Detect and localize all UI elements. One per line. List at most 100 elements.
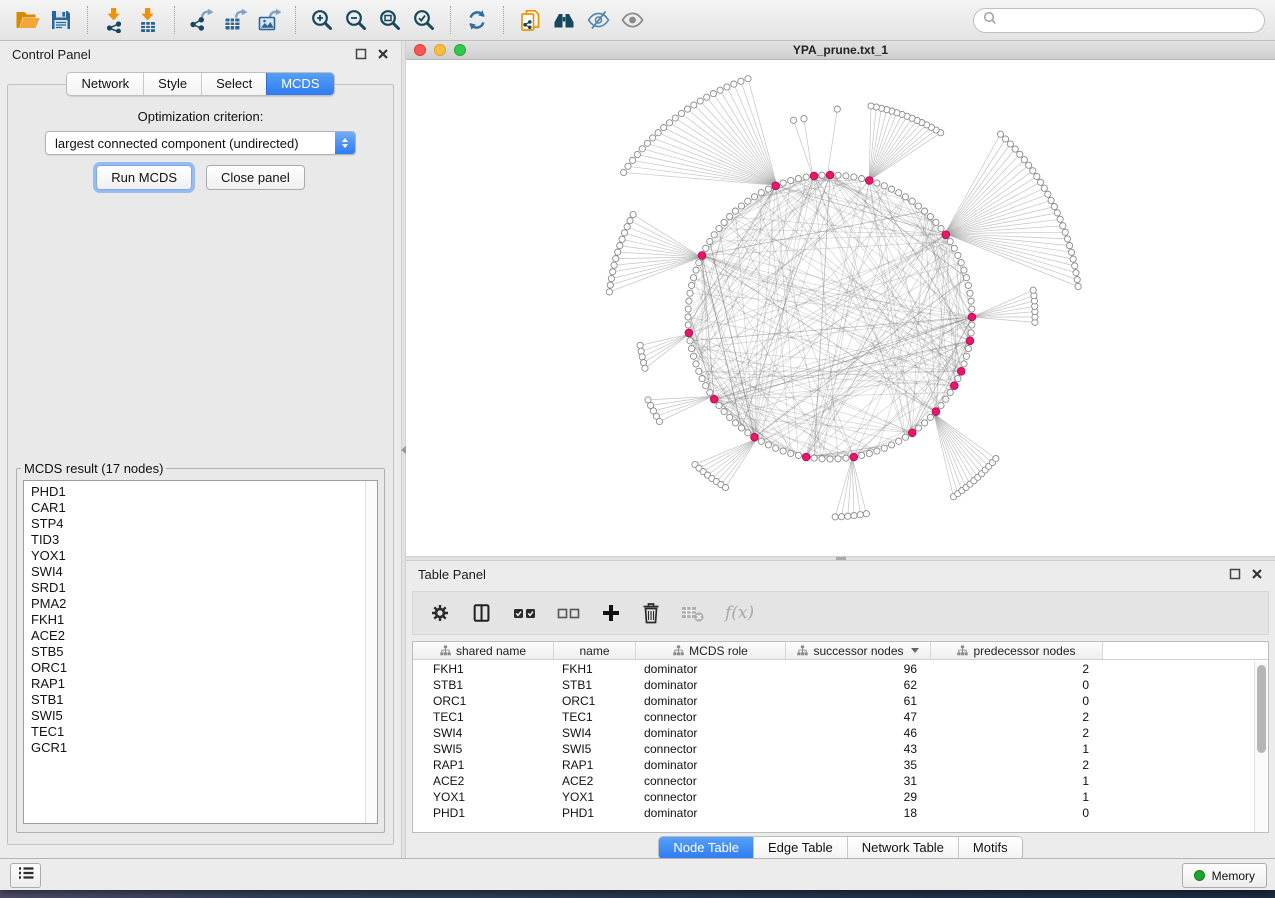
graph-node[interactable] bbox=[955, 376, 961, 382]
graph-node[interactable] bbox=[1072, 263, 1078, 269]
graph-node[interactable] bbox=[685, 306, 691, 312]
table-row[interactable]: SWI5SWI5connector431 bbox=[413, 741, 1254, 757]
graph-node[interactable] bbox=[969, 322, 975, 328]
graph-node[interactable] bbox=[938, 402, 944, 408]
graph-node[interactable] bbox=[915, 425, 921, 431]
mcds-result-item[interactable]: STB1 bbox=[31, 692, 377, 708]
save-icon[interactable] bbox=[44, 5, 78, 35]
graph-node[interactable] bbox=[644, 140, 650, 146]
graph-node-mcds[interactable] bbox=[772, 182, 780, 190]
graph-node[interactable] bbox=[859, 452, 865, 458]
mcds-result-item[interactable]: STB5 bbox=[31, 644, 377, 660]
graph-node[interactable] bbox=[795, 452, 801, 458]
close-icon[interactable] bbox=[377, 48, 389, 60]
graph-node[interactable] bbox=[608, 275, 614, 281]
table-row[interactable]: RAP1RAP1dominator352 bbox=[413, 757, 1254, 773]
graph-node[interactable] bbox=[640, 360, 646, 366]
graph-node[interactable] bbox=[1068, 249, 1074, 255]
graph-node[interactable] bbox=[765, 442, 771, 448]
graph-node-mcds[interactable] bbox=[826, 171, 834, 179]
zoom-selected-icon[interactable] bbox=[407, 5, 441, 35]
graph-node[interactable] bbox=[832, 514, 838, 520]
graph-node[interactable] bbox=[738, 425, 744, 431]
graph-node[interactable] bbox=[933, 219, 939, 225]
network-canvas[interactable] bbox=[406, 60, 1275, 556]
graph-node[interactable] bbox=[704, 94, 710, 100]
graph-node[interactable] bbox=[801, 116, 807, 122]
graph-node[interactable] bbox=[684, 106, 690, 112]
graph-node[interactable] bbox=[656, 418, 662, 424]
graph-node[interactable] bbox=[607, 282, 613, 288]
mcds-result-item[interactable]: TEC1 bbox=[31, 724, 377, 740]
graph-node-mcds[interactable] bbox=[685, 329, 693, 337]
graph-node[interactable] bbox=[863, 511, 869, 517]
graph-node[interactable] bbox=[637, 342, 643, 348]
graph-node[interactable] bbox=[1012, 146, 1018, 152]
graph-node[interactable] bbox=[1064, 236, 1070, 242]
graph-node[interactable] bbox=[689, 346, 695, 352]
table-row[interactable]: PHD1PHD1dominator180 bbox=[413, 805, 1254, 821]
graph-node[interactable] bbox=[721, 219, 727, 225]
open-folder-icon[interactable] bbox=[10, 5, 44, 35]
table-row[interactable]: FKH1FKH1dominator962 bbox=[413, 661, 1254, 677]
graph-node[interactable] bbox=[717, 87, 723, 93]
graph-node[interactable] bbox=[686, 298, 692, 304]
graph-node[interactable] bbox=[745, 76, 751, 82]
zoom-out-icon[interactable] bbox=[339, 5, 373, 35]
graph-node[interactable] bbox=[707, 238, 713, 244]
graph-node[interactable] bbox=[751, 194, 757, 200]
graph-node[interactable] bbox=[691, 102, 697, 108]
graph-node[interactable] bbox=[1002, 136, 1008, 142]
graph-node[interactable] bbox=[902, 434, 908, 440]
graph-node[interactable] bbox=[845, 513, 851, 519]
graph-node-mcds[interactable] bbox=[968, 313, 976, 321]
graph-node[interactable] bbox=[1021, 157, 1027, 163]
graph-node-mcds[interactable] bbox=[710, 395, 718, 403]
table-scrollbar-thumb[interactable] bbox=[1257, 665, 1266, 753]
graph-node[interactable] bbox=[927, 214, 933, 220]
graph-node[interactable] bbox=[703, 383, 709, 389]
graph-node[interactable] bbox=[961, 361, 967, 367]
network-titlebar[interactable]: YPA_prune.txt_1 bbox=[406, 41, 1275, 60]
graph-node[interactable] bbox=[624, 224, 630, 230]
graph-node[interactable] bbox=[610, 269, 616, 275]
graph-node[interactable] bbox=[613, 256, 619, 262]
export-network-icon[interactable] bbox=[184, 5, 218, 35]
graph-node[interactable] bbox=[1054, 210, 1060, 216]
graph-node[interactable] bbox=[738, 78, 744, 84]
graph-node[interactable] bbox=[967, 290, 973, 296]
graph-node[interactable] bbox=[703, 245, 709, 251]
graph-node[interactable] bbox=[961, 267, 967, 273]
export-table-icon[interactable] bbox=[218, 5, 252, 35]
graph-node[interactable] bbox=[621, 230, 627, 236]
graph-node[interactable] bbox=[693, 267, 699, 273]
run-mcds-button[interactable]: Run MCDS bbox=[96, 165, 192, 190]
graph-node[interactable] bbox=[696, 368, 702, 374]
hide-visibility-icon[interactable] bbox=[581, 5, 615, 35]
graph-node[interactable] bbox=[963, 353, 969, 359]
table-tab-edge-table[interactable]: Edge Table bbox=[753, 837, 847, 859]
graph-node[interactable] bbox=[851, 174, 857, 180]
graph-node[interactable] bbox=[1030, 287, 1036, 293]
graph-node[interactable] bbox=[711, 232, 717, 238]
graph-node[interactable] bbox=[958, 260, 964, 266]
zoom-fit-icon[interactable] bbox=[373, 5, 407, 35]
import-network-icon[interactable] bbox=[97, 5, 131, 35]
graph-node[interactable] bbox=[606, 289, 612, 295]
uncheck-all-icon[interactable] bbox=[557, 604, 581, 622]
mcds-result-item[interactable]: YOX1 bbox=[31, 548, 377, 564]
graph-node-mcds[interactable] bbox=[698, 252, 706, 260]
float-icon[interactable] bbox=[1229, 568, 1241, 580]
graph-node[interactable] bbox=[1026, 162, 1032, 168]
graph-node-mcds[interactable] bbox=[942, 231, 950, 239]
graph-node[interactable] bbox=[1067, 243, 1073, 249]
graph-node[interactable] bbox=[1074, 277, 1080, 283]
mcds-result-item[interactable]: SWI5 bbox=[31, 708, 377, 724]
table-row[interactable]: ACE2ACE2connector311 bbox=[413, 773, 1254, 789]
show-visibility-icon[interactable] bbox=[615, 5, 649, 35]
graph-node[interactable] bbox=[716, 225, 722, 231]
graph-node[interactable] bbox=[699, 376, 705, 382]
tab-mcds[interactable]: MCDS bbox=[266, 73, 333, 95]
graph-node[interactable] bbox=[1070, 256, 1076, 262]
mcds-result-list[interactable]: PHD1CAR1STP4TID3YOX1SWI4SRD1PMA2FKH1ACE2… bbox=[23, 480, 378, 824]
